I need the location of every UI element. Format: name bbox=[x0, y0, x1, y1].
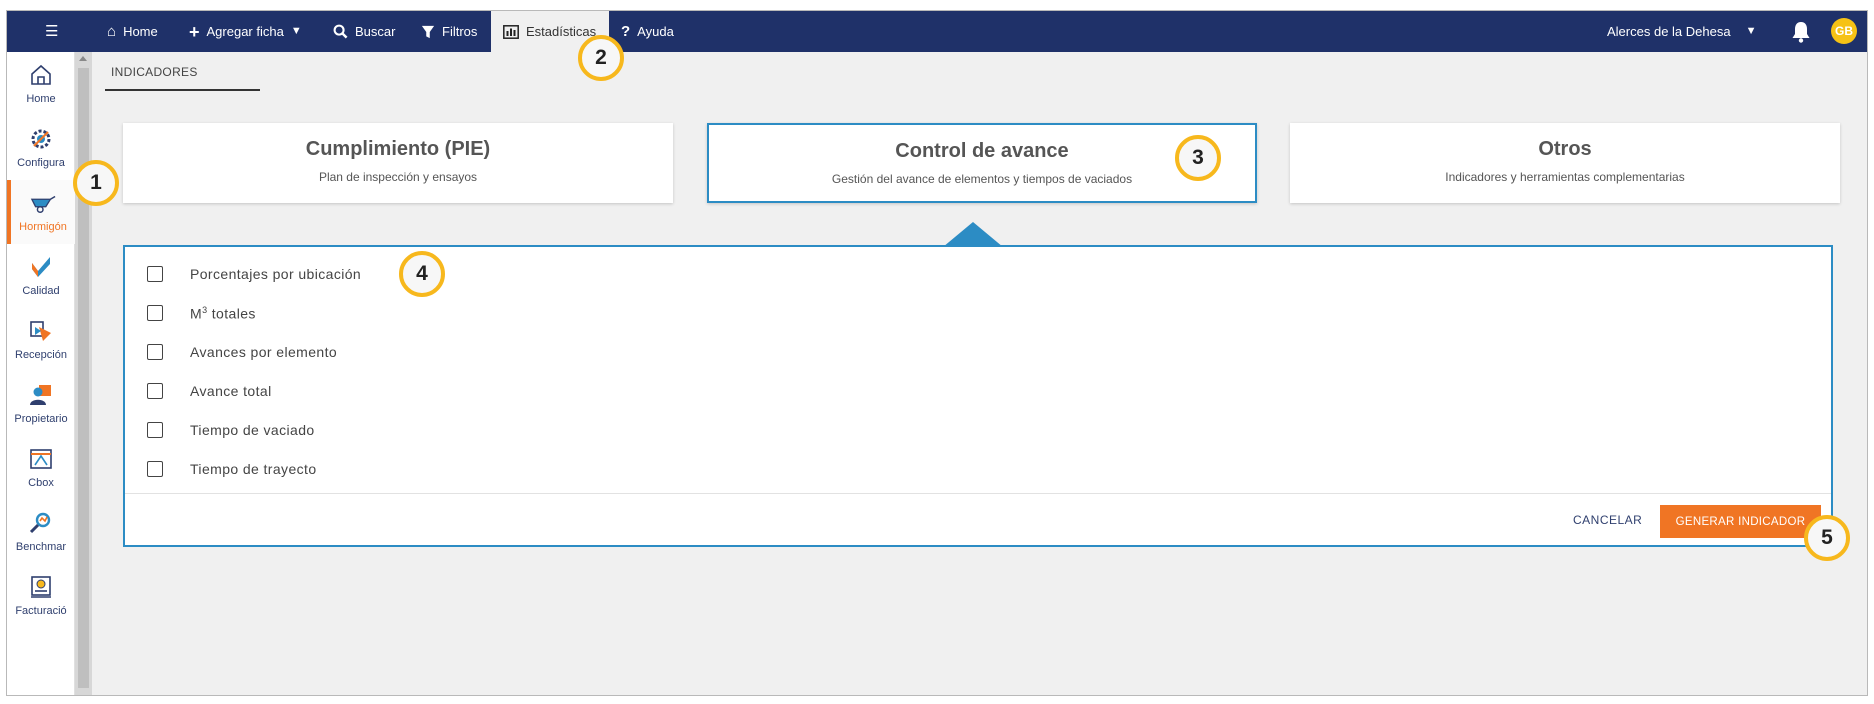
option-avances-por-elemento[interactable]: Avances por elemento bbox=[147, 341, 337, 363]
option-label-suffix: totales bbox=[207, 305, 256, 322]
nav-search-label: Buscar bbox=[355, 24, 396, 39]
sidebar-item-configura[interactable]: Configura bbox=[7, 116, 75, 180]
reception-icon bbox=[28, 318, 54, 344]
plus-icon: + bbox=[189, 21, 200, 42]
callout-2: 2 bbox=[578, 35, 624, 81]
sidebar-item-home[interactable]: Home bbox=[7, 52, 75, 116]
filter-icon bbox=[421, 25, 435, 38]
card-subtitle: Gestión del avance de elementos y tiempo… bbox=[831, 172, 1133, 186]
card-title: Otros bbox=[1538, 138, 1592, 160]
project-name: Alerces de la Dehesa bbox=[1607, 24, 1731, 39]
owner-icon bbox=[28, 382, 54, 408]
app-frame: ☰ ⌂ Home + Agregar ficha ▼ Buscar Filtro… bbox=[6, 10, 1868, 696]
generate-indicator-button[interactable]: GENERAR INDICADOR bbox=[1660, 505, 1821, 538]
question-icon: ? bbox=[621, 23, 631, 40]
sidebar-item-label: Facturació bbox=[15, 605, 67, 617]
option-label: Tiempo de trayecto bbox=[190, 461, 317, 477]
sidebar-item-label: Home bbox=[26, 93, 56, 105]
sidebar-item-propietario[interactable]: Propietario bbox=[7, 372, 75, 436]
card-cumplimiento-pie[interactable]: Cumplimiento (PIE) Plan de inspección y … bbox=[123, 123, 673, 203]
caret-down-icon: ▼ bbox=[290, 25, 302, 37]
tab-active-underline bbox=[105, 89, 260, 91]
caret-down-icon: ▼ bbox=[1745, 25, 1757, 37]
sidebar-item-cbox[interactable]: Cbox bbox=[7, 436, 75, 500]
home-icon bbox=[28, 62, 54, 88]
nav-stats-label: Estadísticas bbox=[526, 24, 597, 39]
notifications-button[interactable] bbox=[1791, 11, 1811, 52]
option-tiempo-de-vaciado[interactable]: Tiempo de vaciado bbox=[147, 419, 315, 441]
sidebar-item-facturacion[interactable]: Facturació bbox=[7, 564, 75, 628]
top-navbar: ☰ ⌂ Home + Agregar ficha ▼ Buscar Filtro… bbox=[7, 11, 1867, 52]
sidebar-item-calidad[interactable]: Calidad bbox=[7, 244, 75, 308]
checkbox[interactable] bbox=[147, 461, 163, 477]
panel-pointer bbox=[943, 222, 1003, 247]
sidebar-item-label: Recepción bbox=[15, 349, 67, 361]
option-label: Tiempo de vaciado bbox=[190, 422, 315, 438]
card-control-de-avance[interactable]: Control de avance Gestión del avance de … bbox=[707, 123, 1257, 203]
panel-divider bbox=[125, 493, 1831, 494]
callout-3: 3 bbox=[1175, 135, 1221, 181]
sidebar-scrollbar[interactable] bbox=[75, 52, 92, 695]
user-avatar[interactable]: GB bbox=[1831, 18, 1857, 44]
option-m3-totales[interactable]: M3 totales bbox=[147, 302, 256, 324]
callout-1: 1 bbox=[73, 160, 119, 206]
scroll-up-arrow-icon[interactable] bbox=[79, 56, 87, 61]
cbox-icon bbox=[28, 446, 54, 472]
nav-home-link[interactable]: ⌂ Home bbox=[107, 11, 158, 52]
card-subtitle: Plan de inspección y ensayos bbox=[318, 170, 478, 184]
option-label: M3 totales bbox=[190, 305, 256, 322]
nav-help-link[interactable]: ? Ayuda bbox=[621, 11, 674, 52]
sidebar-item-benchmark[interactable]: Benchmar bbox=[7, 500, 75, 564]
checkbox[interactable] bbox=[147, 344, 163, 360]
nav-help-label: Ayuda bbox=[637, 24, 674, 39]
sidebar-item-hormigon[interactable]: Hormigón bbox=[7, 180, 75, 244]
bar-chart-icon bbox=[503, 24, 519, 39]
nav-filters-label: Filtros bbox=[442, 24, 478, 39]
nav-add-menu[interactable]: + Agregar ficha ▼ bbox=[189, 11, 302, 52]
sidebar-item-label: Cbox bbox=[28, 477, 54, 489]
option-porcentajes-por-ubicacion[interactable]: Porcentajes por ubicación bbox=[147, 263, 361, 285]
sidebar-item-label: Benchmar bbox=[15, 541, 67, 553]
card-title: Control de avance bbox=[895, 140, 1069, 162]
hamburger-icon: ☰ bbox=[45, 23, 59, 40]
sidebar-item-label: Hormigón bbox=[19, 221, 67, 233]
sidebar-item-label: Propietario bbox=[14, 413, 68, 425]
gear-icon bbox=[28, 126, 54, 152]
nav-search-link[interactable]: Buscar bbox=[333, 11, 395, 52]
sidebar-item-recepcion[interactable]: Recepción bbox=[7, 308, 75, 372]
quality-icon bbox=[28, 254, 54, 280]
left-sidebar: Home Configura Hormigón Calidad Recepció… bbox=[7, 52, 75, 695]
card-subtitle: Indicadores y herramientas complementari… bbox=[1445, 170, 1685, 184]
checkbox[interactable] bbox=[147, 422, 163, 438]
billing-icon bbox=[28, 574, 54, 600]
card-otros[interactable]: Otros Indicadores y herramientas complem… bbox=[1290, 123, 1840, 203]
project-selector[interactable]: Alerces de la Dehesa ▼ bbox=[1607, 11, 1756, 52]
option-label-prefix: M bbox=[190, 305, 203, 322]
option-tiempo-de-trayecto[interactable]: Tiempo de trayecto bbox=[147, 458, 317, 480]
wheelbarrow-icon bbox=[30, 190, 56, 216]
sidebar-item-label: Configura bbox=[17, 157, 65, 169]
checkbox[interactable] bbox=[147, 305, 163, 321]
nav-home-label: Home bbox=[123, 24, 158, 39]
menu-toggle-button[interactable]: ☰ bbox=[45, 11, 58, 52]
nav-add-label: Agregar ficha bbox=[206, 24, 284, 39]
option-label: Porcentajes por ubicación bbox=[190, 266, 362, 282]
search-icon bbox=[333, 24, 348, 39]
benchmark-icon bbox=[28, 510, 54, 536]
card-title: Cumplimiento (PIE) bbox=[305, 138, 491, 160]
checkbox[interactable] bbox=[147, 383, 163, 399]
indicator-options-panel: Porcentajes por ubicación M3 totales Ava… bbox=[123, 245, 1833, 547]
callout-5: 5 bbox=[1804, 515, 1850, 561]
tab-indicadores[interactable]: INDICADORES bbox=[111, 65, 198, 79]
sidebar-item-label: Calidad bbox=[22, 285, 60, 297]
option-label: Avances por elemento bbox=[190, 344, 338, 360]
cancel-button[interactable]: CANCELAR bbox=[1573, 513, 1642, 527]
checkbox[interactable] bbox=[147, 266, 163, 282]
bell-icon bbox=[1792, 21, 1810, 43]
option-label: Avance total bbox=[190, 383, 272, 399]
home-icon: ⌂ bbox=[107, 23, 117, 40]
option-avance-total[interactable]: Avance total bbox=[147, 380, 272, 402]
callout-4: 4 bbox=[399, 251, 445, 297]
nav-filters-link[interactable]: Filtros bbox=[421, 11, 477, 52]
